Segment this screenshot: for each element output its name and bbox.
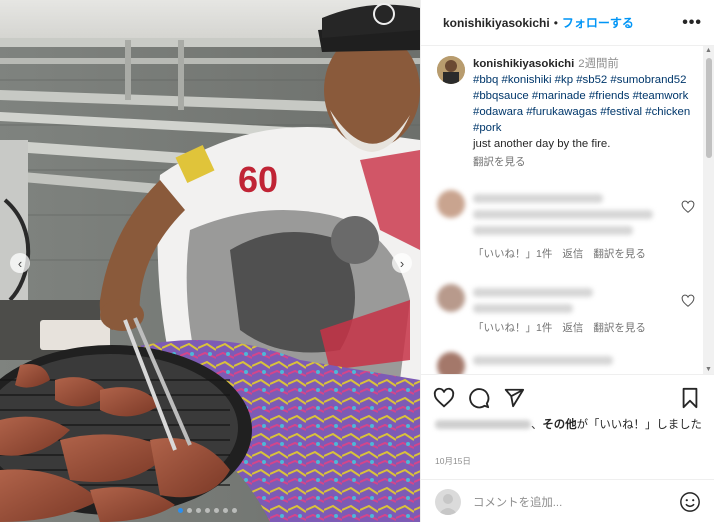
- header-separator: •: [553, 15, 558, 30]
- emoji-icon[interactable]: [679, 491, 701, 513]
- comment-like-count[interactable]: 「いいね！」1件: [473, 246, 552, 261]
- carousel-dot: [214, 508, 219, 513]
- avatar: [435, 488, 461, 515]
- carousel-dot: [232, 508, 237, 513]
- action-bar: [433, 387, 525, 409]
- post-date: 10月15日: [435, 456, 471, 466]
- blurred-comment-text: [473, 304, 573, 313]
- carousel-prev-button[interactable]: ‹: [10, 253, 30, 273]
- reply-button[interactable]: 返信: [562, 246, 583, 261]
- follow-button[interactable]: フォローする: [562, 14, 634, 31]
- caption-text: just another day by the fire.: [473, 138, 611, 150]
- more-icon[interactable]: •••: [682, 14, 702, 32]
- add-comment-bar: コメントを追加...: [421, 479, 714, 522]
- carousel-dot: [178, 508, 183, 513]
- avatar[interactable]: [437, 56, 465, 84]
- comments-section[interactable]: konishikiyasokichi 2週間前 #bbq #konishiki #…: [421, 46, 714, 374]
- likes-summary[interactable]: 、その他が「いいね！」しました: [435, 417, 705, 434]
- caption-author[interactable]: konishikiyasokichi: [473, 58, 574, 70]
- comment-input[interactable]: コメントを追加...: [473, 494, 562, 510]
- post-header: konishikiyasokichi • フォローする •••: [421, 0, 714, 46]
- heart-icon[interactable]: [681, 294, 695, 308]
- likes-suffix: が「いいね！」しました: [576, 419, 702, 431]
- avatar-image: [437, 56, 465, 84]
- post-footer: 、その他が「いいね！」しました 10月15日 コメントを追加...: [421, 374, 714, 522]
- comment-translate-link[interactable]: 翻訳を見る: [593, 246, 646, 261]
- carousel-dot: [223, 508, 228, 513]
- blurred-comment-text: [473, 356, 613, 365]
- share-icon[interactable]: [503, 387, 525, 409]
- chevron-left-icon: ‹: [17, 255, 23, 271]
- blurred-comment-text: [473, 288, 593, 297]
- comment-icon[interactable]: [468, 387, 490, 409]
- caption-time: 2週間前: [578, 58, 619, 70]
- blurred-comment-text: [473, 210, 653, 219]
- carousel-dot: [187, 508, 192, 513]
- carousel-dot: [205, 508, 210, 513]
- comment-translate-link[interactable]: 翻訳を見る: [593, 320, 646, 335]
- blurred-liker-name: [435, 420, 531, 430]
- chevron-right-icon: ›: [399, 255, 405, 271]
- bbq-photo: 60: [0, 0, 420, 522]
- carousel-next-button[interactable]: ›: [392, 253, 412, 273]
- post-photo: 60 ‹ ›: [0, 0, 420, 522]
- heart-icon[interactable]: [433, 387, 455, 409]
- caption-hashtags[interactable]: #bbq #konishiki #kp #sb52 #sumobrand52 #…: [473, 72, 699, 136]
- bookmark-icon[interactable]: [679, 387, 701, 409]
- heart-icon[interactable]: [681, 200, 695, 214]
- blurred-comment-text: [473, 194, 603, 203]
- scroll-down-icon[interactable]: ▼: [705, 366, 712, 373]
- carousel-indicator: [178, 508, 237, 513]
- carousel-dot: [196, 508, 201, 513]
- post-side-panel: konishikiyasokichi • フォローする ••• konishik…: [420, 0, 714, 522]
- scroll-up-icon[interactable]: ▲: [705, 47, 712, 54]
- svg-text:60: 60: [238, 159, 278, 200]
- caption: konishikiyasokichi 2週間前 #bbq #konishiki #…: [437, 56, 699, 170]
- commenter-avatar[interactable]: [437, 190, 465, 218]
- caption-translate-link[interactable]: 翻訳を見る: [473, 154, 699, 170]
- blurred-comment-text: [473, 226, 633, 235]
- comments-scrollbar[interactable]: ▲ ▼: [703, 46, 714, 374]
- comment-actions: 「いいね！」1件 返信 翻訳を見る: [473, 246, 646, 261]
- reply-button[interactable]: 返信: [562, 320, 583, 335]
- comment-like-count[interactable]: 「いいね！」1件: [473, 320, 552, 335]
- header-username[interactable]: konishikiyasokichi: [443, 16, 550, 30]
- comment-actions: 「いいね！」1件 返信 翻訳を見る: [473, 320, 646, 335]
- commenter-avatar[interactable]: [437, 352, 465, 374]
- commenter-avatar[interactable]: [437, 284, 465, 312]
- likes-others[interactable]: その他: [542, 419, 576, 431]
- scrollbar-thumb[interactable]: [706, 58, 712, 158]
